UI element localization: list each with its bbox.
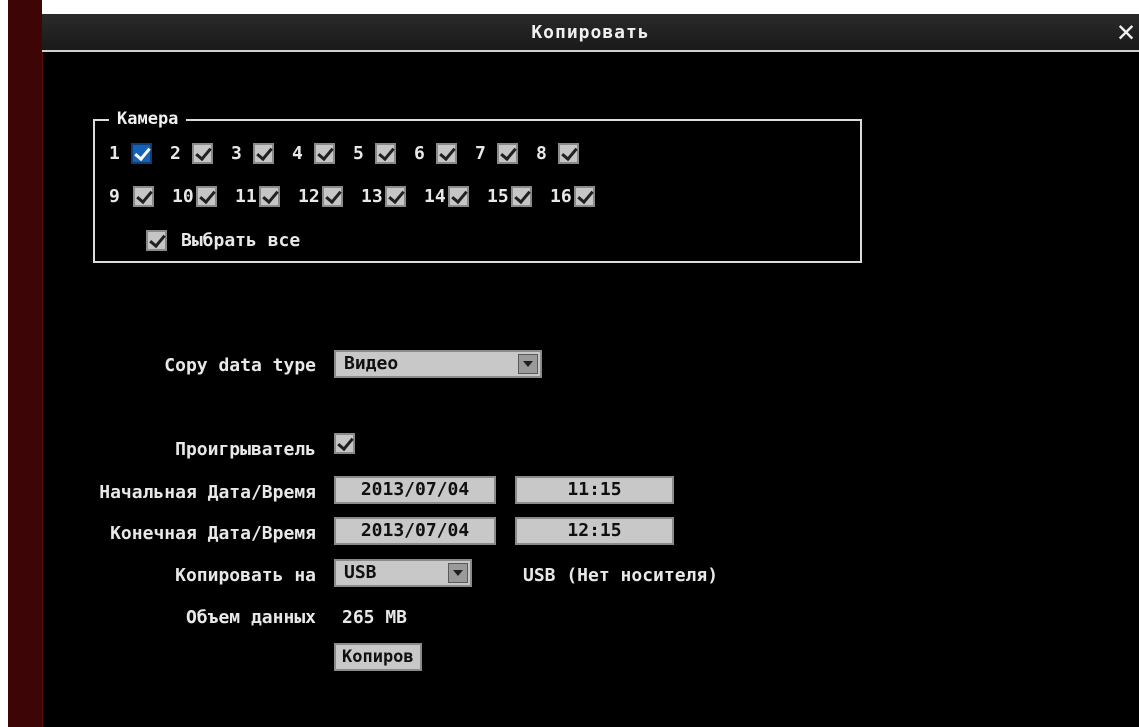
camera-checkbox-3[interactable]	[253, 142, 274, 164]
start-time-value: 11:15	[567, 479, 622, 500]
camera-checkbox-8[interactable]	[558, 142, 579, 164]
camera-checkbox-12[interactable]	[322, 185, 343, 207]
end-time-value: 12:15	[567, 520, 622, 541]
end-datetime-label: Конечная Дата/Время	[110, 523, 316, 544]
camera-number: 6	[414, 142, 425, 164]
select-all-label: Выбрать все	[181, 230, 301, 251]
camera-item-16[interactable]: 16	[550, 185, 613, 207]
camera-number: 16	[550, 185, 572, 207]
camera-checkbox-11[interactable]	[259, 185, 280, 207]
camera-row-2: 9 10 11 12 13 14 15 16	[109, 181, 613, 211]
camera-number: 14	[424, 185, 446, 207]
copy-to-status: USB (Нет носителя)	[523, 565, 719, 586]
camera-checkbox-10[interactable]	[196, 185, 217, 207]
screen-edge	[0, 0, 8, 727]
camera-number: 3	[231, 142, 242, 164]
camera-item-11[interactable]: 11	[235, 185, 298, 207]
data-size-label: Объем данных	[185, 607, 316, 628]
start-date-field[interactable]: 2013/07/04	[334, 476, 496, 504]
camera-row-1: 1 2 3 4 5 6 7 8	[109, 138, 597, 168]
chevron-down-icon[interactable]	[518, 354, 538, 374]
camera-number: 9	[109, 185, 120, 207]
camera-checkbox-16[interactable]	[574, 185, 595, 207]
start-time-field[interactable]: 11:15	[515, 476, 674, 504]
camera-legend: Камера	[109, 109, 187, 129]
select-all[interactable]: Выбрать все	[146, 230, 300, 251]
select-all-checkbox[interactable]	[146, 230, 167, 251]
player-label: Проигрыватель	[175, 439, 316, 460]
camera-number: 7	[475, 142, 486, 164]
camera-item-1[interactable]: 1	[109, 142, 170, 164]
camera-checkbox-6[interactable]	[436, 142, 457, 164]
copy-type-select[interactable]: Видео	[334, 350, 542, 378]
camera-item-2[interactable]: 2	[170, 142, 231, 164]
camera-checkbox-5[interactable]	[375, 142, 396, 164]
window-title: Копировать	[531, 22, 650, 43]
camera-number: 12	[298, 185, 320, 207]
camera-item-12[interactable]: 12	[298, 185, 361, 207]
start-date-value: 2013/07/04	[360, 479, 470, 500]
camera-number: 11	[235, 185, 257, 207]
camera-checkbox-14[interactable]	[448, 185, 469, 207]
start-datetime-label: Начальная Дата/Время	[99, 482, 316, 503]
top-edge	[42, 0, 1139, 14]
camera-checkbox-7[interactable]	[497, 142, 518, 164]
copy-to-value: USB	[344, 562, 377, 583]
copy-button[interactable]: Копиров	[334, 643, 422, 671]
copy-to-select[interactable]: USB	[334, 559, 472, 587]
camera-item-8[interactable]: 8	[536, 142, 597, 164]
end-date-value: 2013/07/04	[360, 520, 470, 541]
camera-item-6[interactable]: 6	[414, 142, 475, 164]
camera-checkbox-1[interactable]	[131, 142, 152, 164]
camera-number: 5	[353, 142, 364, 164]
camera-checkbox-15[interactable]	[511, 185, 532, 207]
end-time-field[interactable]: 12:15	[515, 517, 674, 545]
chevron-down-icon[interactable]	[448, 563, 468, 583]
camera-number: 13	[361, 185, 383, 207]
close-icon[interactable]: ✕	[1117, 16, 1135, 48]
camera-checkbox-13[interactable]	[385, 185, 406, 207]
copy-type-value: Видео	[344, 353, 399, 374]
camera-number: 10	[172, 185, 194, 207]
camera-item-4[interactable]: 4	[292, 142, 353, 164]
camera-item-10[interactable]: 10	[172, 185, 235, 207]
camera-number: 1	[109, 142, 120, 164]
camera-item-14[interactable]: 14	[424, 185, 487, 207]
camera-item-15[interactable]: 15	[487, 185, 550, 207]
camera-item-5[interactable]: 5	[353, 142, 414, 164]
camera-number: 15	[487, 185, 509, 207]
camera-item-7[interactable]: 7	[475, 142, 536, 164]
side-strip	[8, 0, 43, 727]
camera-group: Камера 12345678 9 10 11 12 13 14 15 16 Выбрать …	[93, 109, 862, 263]
copy-to-label: Копировать на	[175, 565, 316, 586]
camera-number: 2	[170, 142, 181, 164]
camera-number: 4	[292, 142, 303, 164]
end-date-field[interactable]: 2013/07/04	[334, 517, 496, 545]
camera-item-3[interactable]: 3	[231, 142, 292, 164]
camera-checkbox-2[interactable]	[192, 142, 213, 164]
camera-checkbox-9[interactable]	[133, 185, 154, 207]
copy-type-label: Copy data type	[164, 355, 316, 376]
camera-item-13[interactable]: 13	[361, 185, 424, 207]
player-checkbox[interactable]	[334, 433, 355, 454]
title-bar: Копировать ✕	[42, 14, 1139, 52]
camera-checkbox-4[interactable]	[314, 142, 335, 164]
camera-number: 8	[536, 142, 547, 164]
data-size-value: 265 MB	[342, 607, 408, 628]
camera-item-9[interactable]: 9	[109, 185, 172, 207]
